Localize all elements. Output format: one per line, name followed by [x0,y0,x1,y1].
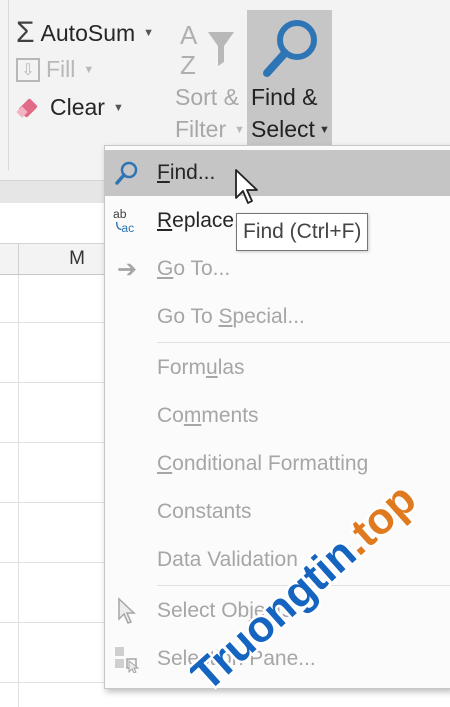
svg-text:A: A [180,20,198,50]
replace-icon: ab ac [113,207,141,235]
find-select-label-1: Find & [251,84,318,110]
grid-column-line [18,275,19,707]
svg-text:ab: ab [113,207,127,221]
chevron-down-icon[interactable]: ▼ [234,124,245,136]
grid-row-line [0,562,104,563]
autosum-button[interactable]: Σ AutoSum ▼ [16,16,154,50]
autosum-label: AutoSum [40,19,136,46]
fill-button[interactable]: ⇩ Fill ▼ [16,56,94,83]
menu-item-go-to-special[interactable]: Go To Special... [105,294,450,340]
tooltip: Find (Ctrl+F) [236,213,369,251]
mouse-cursor-icon [235,169,258,204]
ribbon-divider [8,0,9,170]
svg-text:ac: ac [121,221,134,235]
sort-filter-label-1: Sort & [175,84,239,110]
chevron-down-icon[interactable]: ▼ [143,27,154,39]
fill-label: Fill [46,56,76,82]
find-select-button[interactable]: Find & Select ▼ [247,10,332,148]
menu-item-go-to[interactable]: ➔ Go To... [105,246,450,292]
watermark: Truongtin.top [190,472,428,703]
grid-row-line [0,682,104,683]
chevron-down-icon[interactable]: ▼ [113,102,124,114]
grid-row-line [0,322,104,323]
fill-down-icon: ⇩ [16,57,40,82]
grid-row-line [0,382,104,383]
magnifier-icon [113,159,141,187]
clear-button[interactable]: Clear ▼ [16,94,124,121]
grid-row-line [0,622,104,623]
sort-filter-button[interactable]: A Z Sort & Filter ▼ [170,14,246,146]
menu-item-label: Comments [157,404,259,427]
menu-item-find[interactable]: Find... [105,150,450,196]
sigma-icon: Σ [16,16,35,49]
menu-item-label: Formulas [157,356,245,379]
eraser-icon [16,98,38,118]
menu-separator [157,342,450,343]
arrow-right-icon: ➔ [116,255,138,283]
clear-label: Clear [50,94,105,120]
pointer-icon [113,597,141,625]
svg-text:Z: Z [180,50,196,80]
menu-item-label: Go To Special... [157,305,305,328]
magnifier-icon [263,20,317,77]
menu-item-label: Find... [157,161,216,184]
sort-filter-label-2: Filter [175,116,227,142]
find-select-label-2: Select [251,116,315,142]
chevron-down-icon[interactable]: ▼ [83,64,94,76]
selection-pane-icon [113,645,141,673]
svg-text:Truongtin.top: Truongtin.top [190,474,425,700]
grid-row-line [0,442,104,443]
grid-row-line [0,502,104,503]
menu-item-label: Go To... [157,257,231,280]
sort-az-icon: A Z [180,20,234,80]
chevron-down-icon[interactable]: ▼ [319,124,330,136]
menu-item-formulas[interactable]: Formulas [105,345,450,391]
menu-item-comments[interactable]: Comments [105,393,450,439]
